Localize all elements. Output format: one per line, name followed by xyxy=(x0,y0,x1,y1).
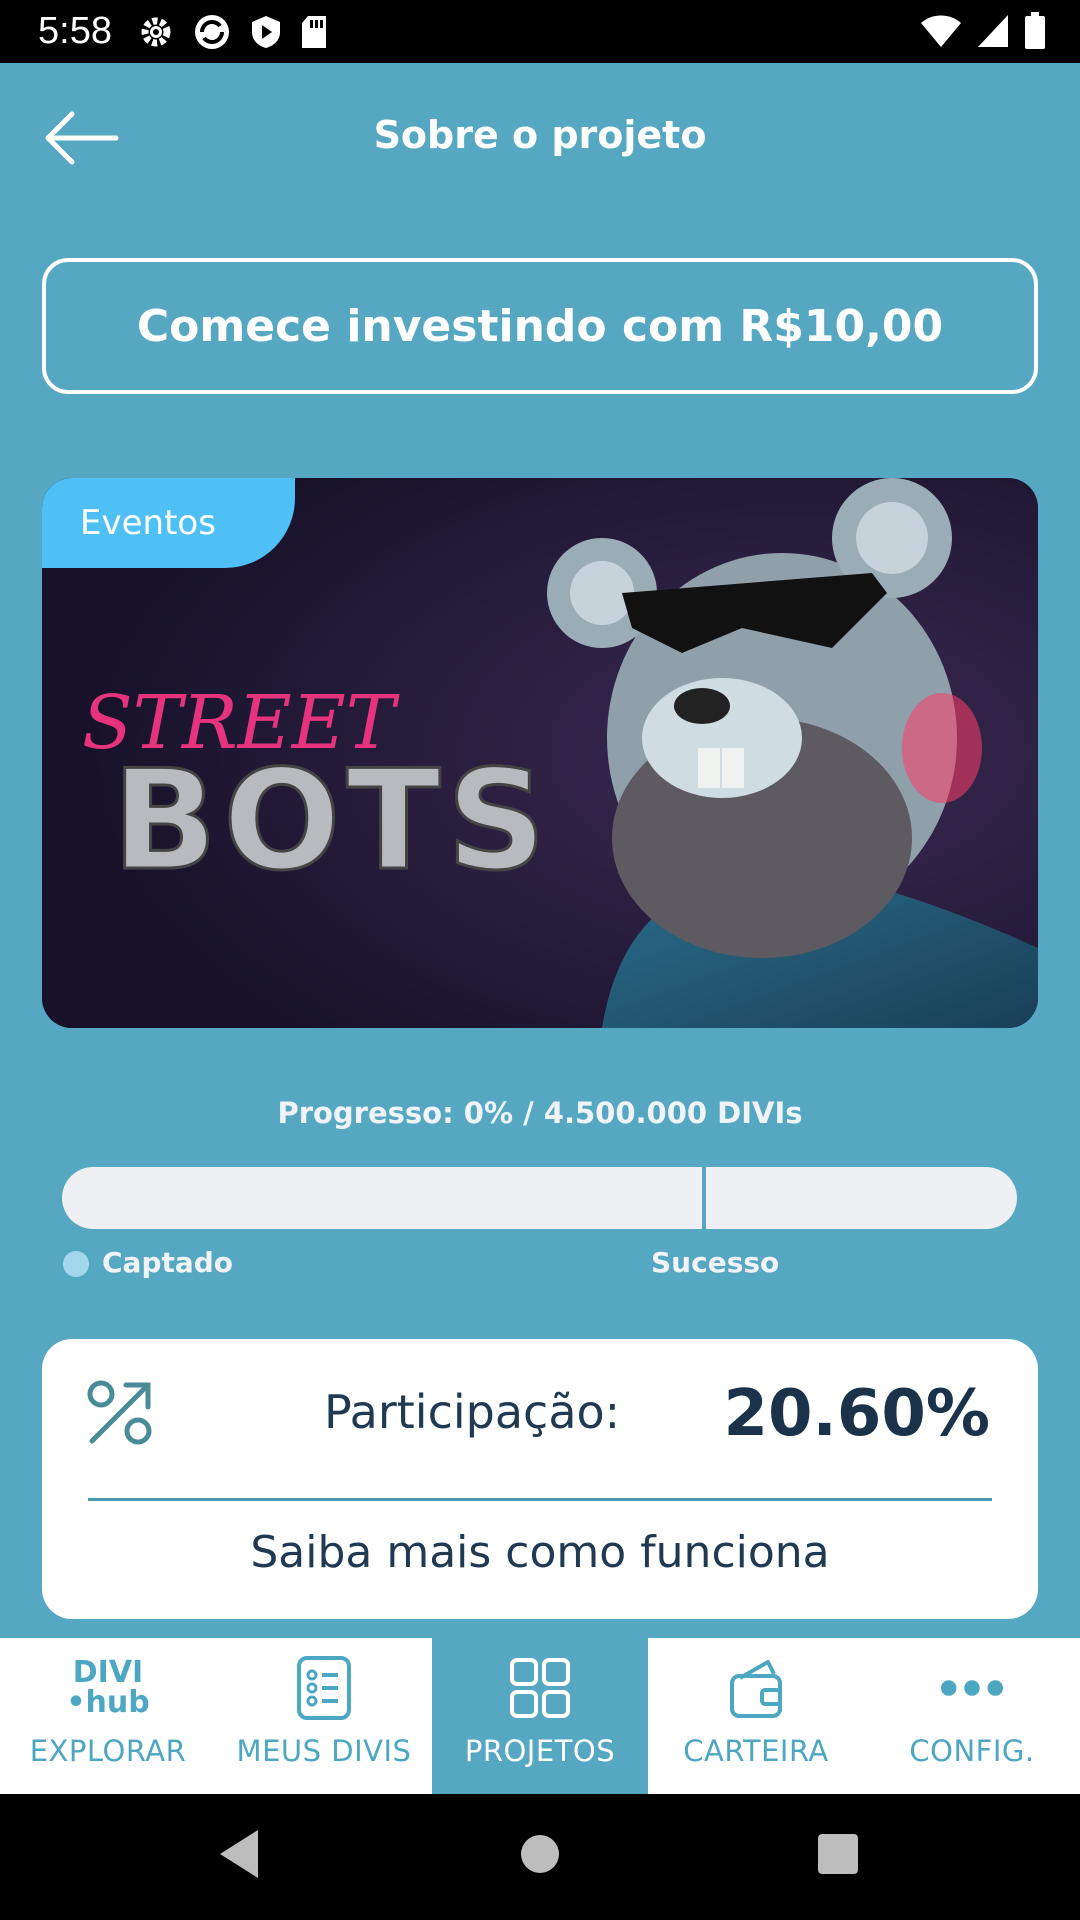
gear-icon xyxy=(141,17,171,47)
status-time: 5:58 xyxy=(38,10,112,52)
list-icon xyxy=(297,1656,351,1720)
nav-label: PROJETOS xyxy=(464,1734,616,1768)
circle-home-icon xyxy=(521,1835,559,1873)
category-tag: Eventos xyxy=(42,478,295,568)
percent-icon xyxy=(87,1380,152,1445)
participation-card: Participação: 20.60% Saiba mais como fun… xyxy=(42,1339,1038,1619)
progress-bar xyxy=(62,1167,1017,1229)
banner-art-bots: BOTS xyxy=(112,740,552,901)
wallet-icon xyxy=(730,1660,782,1718)
logo-top-text: DIVI xyxy=(72,1655,144,1690)
system-home-button[interactable] xyxy=(510,1824,570,1884)
success-legend-label: Sucesso xyxy=(651,1246,780,1279)
shield-play-icon xyxy=(252,16,280,48)
project-banner-image: STREET BOTS Eventos xyxy=(42,478,1038,1028)
success-marker xyxy=(701,1167,706,1229)
progress-label: Progresso: 0% / 4.500.000 DIVIs xyxy=(277,1096,803,1130)
more-icon xyxy=(940,1680,1004,1696)
nav-config[interactable]: CONFIG. xyxy=(864,1638,1080,1794)
sync-app-icon xyxy=(195,15,229,49)
grid-icon xyxy=(510,1658,570,1718)
battery-icon xyxy=(1025,12,1045,49)
bottom-navigation: DIVI •hub EXPLORAR MEUS DIVIS PROJETOS C… xyxy=(0,1638,1080,1794)
invest-button[interactable]: Comece investindo com R$10,00 xyxy=(42,258,1038,394)
app-header: Sobre o projeto xyxy=(0,63,1080,213)
status-system-icons xyxy=(920,12,1046,50)
raised-legend-dot xyxy=(63,1251,89,1277)
learn-more-link[interactable]: Saiba mais como funciona xyxy=(42,1527,1038,1578)
square-recents-icon xyxy=(818,1834,858,1874)
divi-hub-logo-icon: DIVI •hub xyxy=(66,1656,149,1720)
raised-legend-label: Captado xyxy=(102,1246,234,1279)
sd-card-icon xyxy=(302,16,326,48)
nav-label: CARTEIRA xyxy=(683,1734,829,1768)
system-recents-button[interactable] xyxy=(808,1824,868,1884)
wifi-icon xyxy=(921,15,961,47)
card-divider xyxy=(88,1498,992,1501)
nav-explorar[interactable]: DIVI •hub EXPLORAR xyxy=(0,1638,216,1794)
status-bar: 5:58 xyxy=(0,0,1080,63)
nav-carteira[interactable]: CARTEIRA xyxy=(648,1638,864,1794)
nav-label: EXPLORAR xyxy=(29,1734,187,1768)
nav-meus-divis[interactable]: MEUS DIVIS xyxy=(216,1638,432,1794)
participation-label: Participação: xyxy=(324,1385,621,1439)
logo-bottom-text: •hub xyxy=(66,1685,150,1720)
nav-label: CONFIG. xyxy=(909,1734,1035,1768)
nav-label: MEUS DIVIS xyxy=(236,1734,412,1768)
system-back-button[interactable] xyxy=(210,1824,270,1884)
nav-projetos[interactable]: PROJETOS xyxy=(432,1638,648,1794)
signal-icon xyxy=(978,15,1008,47)
participation-value: 20.60% xyxy=(723,1377,990,1451)
system-navigation-bar xyxy=(0,1794,1080,1920)
page-title: Sobre o projeto xyxy=(373,113,707,157)
triangle-back-icon xyxy=(220,1830,258,1878)
status-notification-icons xyxy=(138,12,328,52)
